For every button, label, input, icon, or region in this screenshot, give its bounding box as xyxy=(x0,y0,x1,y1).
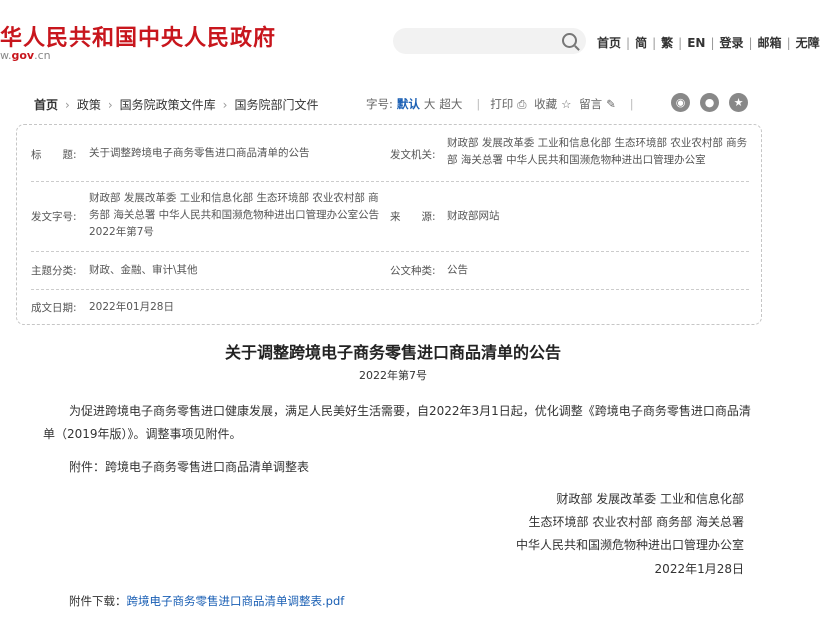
nav-english[interactable]: EN xyxy=(687,36,705,50)
meta-row-category: 主题分类: 财政、金融、审计\其他 公文种类: 公告 xyxy=(31,251,749,290)
meta-source-value: 财政部网站 xyxy=(447,210,500,222)
breadcrumb-home[interactable]: 首页 xyxy=(34,98,58,112)
download-link[interactable]: 跨境电子商务零售进口商品清单调整表.pdf xyxy=(127,594,345,608)
download-label: 附件下载： xyxy=(69,594,127,608)
meta-row-docno: 发文字号: 财政部 发展改革委 工业和信息化部 生态环境部 农业农村部 商务部 … xyxy=(31,181,749,252)
breadcrumb-policy-library[interactable]: 国务院政策文件库 xyxy=(120,98,216,112)
qzone-icon[interactable]: ★ xyxy=(729,93,748,112)
pencil-icon[interactable]: ✎ xyxy=(606,97,616,111)
meta-row-date: 成文日期: 2022年01月28日 xyxy=(31,289,749,324)
document-number: 2022年第7号 xyxy=(359,369,427,382)
meta-title-label: 标 题: xyxy=(31,149,77,161)
font-size-label: 字号: xyxy=(366,97,393,111)
nav-login[interactable]: 登录 xyxy=(719,36,743,50)
nav-home[interactable]: 首页 xyxy=(597,36,621,50)
nav-traditional[interactable]: 繁 xyxy=(661,36,673,50)
site-url-prefix: w. xyxy=(0,49,12,62)
font-default-button[interactable]: 默认 xyxy=(397,97,420,111)
signature-date: 2022年1月28日 xyxy=(654,562,744,576)
favorite-button[interactable]: 收藏 xyxy=(534,97,557,111)
comment-button[interactable]: 留言 xyxy=(579,97,602,111)
download-section: 附件下载：跨境电子商务零售进口商品清单调整表.pdf xyxy=(69,593,344,609)
nav-mail[interactable]: 邮箱 xyxy=(758,36,782,50)
breadcrumb-policy[interactable]: 政策 xyxy=(77,98,101,112)
top-nav: 首页 | 简 | 繁 | EN | 登录 | 邮箱 | 无障 xyxy=(597,36,820,50)
meta-date-label: 成文日期: xyxy=(31,302,77,314)
signature-line-3: 中华人民共和国濒危物种进出口管理办公室 xyxy=(515,538,744,552)
meta-row-title: 标 题: 关于调整跨境电子商务零售进口商品清单的公告 发文机关: 财政部 发展改… xyxy=(31,125,749,182)
nav-simplified[interactable]: 简 xyxy=(635,36,647,50)
weibo-icon[interactable]: ◉ xyxy=(671,93,690,112)
meta-docno-value: 财政部 发展改革委 工业和信息化部 生态环境部 农业农村部 商务部 海关总署 中… xyxy=(89,192,380,238)
wechat-icon[interactable]: ● xyxy=(700,93,719,112)
chevron-right-icon: › xyxy=(222,98,228,112)
meta-type-value: 公告 xyxy=(447,264,468,276)
meta-title-value: 关于调整跨境电子商务零售进口商品清单的公告 xyxy=(89,147,310,159)
font-xlarge-button[interactable]: 超大 xyxy=(439,97,462,111)
site-title[interactable]: 华人民共和国中央人民政府 xyxy=(0,20,276,52)
site-url-gov: gov xyxy=(11,49,35,62)
meta-category-label: 主题分类: xyxy=(31,265,77,277)
breadcrumb-dept-docs[interactable]: 国务院部门文件 xyxy=(234,98,318,112)
chevron-right-icon: › xyxy=(107,98,113,112)
signature-line-1: 财政部 发展改革委 工业和信息化部 xyxy=(556,492,744,506)
nav-accessibility[interactable]: 无障 xyxy=(796,36,820,50)
document-title: 关于调整跨境电子商务零售进口商品清单的公告 xyxy=(224,343,561,362)
document-paragraph: 为促进跨境电子商务零售进口健康发展，满足人民美好生活需要，自2022年3月1日起… xyxy=(43,404,751,441)
site-url-suffix: .cn xyxy=(34,49,51,62)
printer-icon[interactable]: ⎙ xyxy=(517,97,526,111)
search-input[interactable] xyxy=(393,28,586,54)
article-tools: 字号: 默认大超大 | 打印 ⎙ 收藏 ☆ 留言 ✎ | xyxy=(366,97,634,111)
chevron-right-icon: › xyxy=(65,98,70,112)
meta-issuer-label: 发文机关: xyxy=(390,149,436,161)
meta-docno-label: 发文字号: xyxy=(31,211,77,223)
meta-date-value: 2022年01月28日 xyxy=(89,301,174,313)
star-outline-icon[interactable]: ☆ xyxy=(561,97,571,111)
font-large-button[interactable]: 大 xyxy=(424,97,436,111)
search-icon[interactable] xyxy=(562,33,577,48)
meta-issuer-value: 财政部 发展改革委 工业和信息化部 生态环境部 农业农村部 商务部 海关总署 中… xyxy=(447,137,748,166)
print-button[interactable]: 打印 xyxy=(490,97,513,111)
signature-line-2: 生态环境部 农业农村部 商务部 海关总署 xyxy=(528,515,744,529)
breadcrumb: 首页 › 政策 › 国务院政策文件库 › 国务院部门文件 xyxy=(34,96,319,113)
meta-source-label: 来 源: xyxy=(390,211,436,223)
attachment-line: 附件：跨境电子商务零售进口商品清单调整表 xyxy=(69,460,310,474)
document-meta-box: 标 题: 关于调整跨境电子商务零售进口商品清单的公告 发文机关: 财政部 发展改… xyxy=(16,124,762,325)
meta-type-label: 公文种类: xyxy=(390,265,436,277)
site-url: w.gov.cn xyxy=(0,49,51,62)
meta-category-value: 财政、金融、审计\其他 xyxy=(89,264,198,276)
